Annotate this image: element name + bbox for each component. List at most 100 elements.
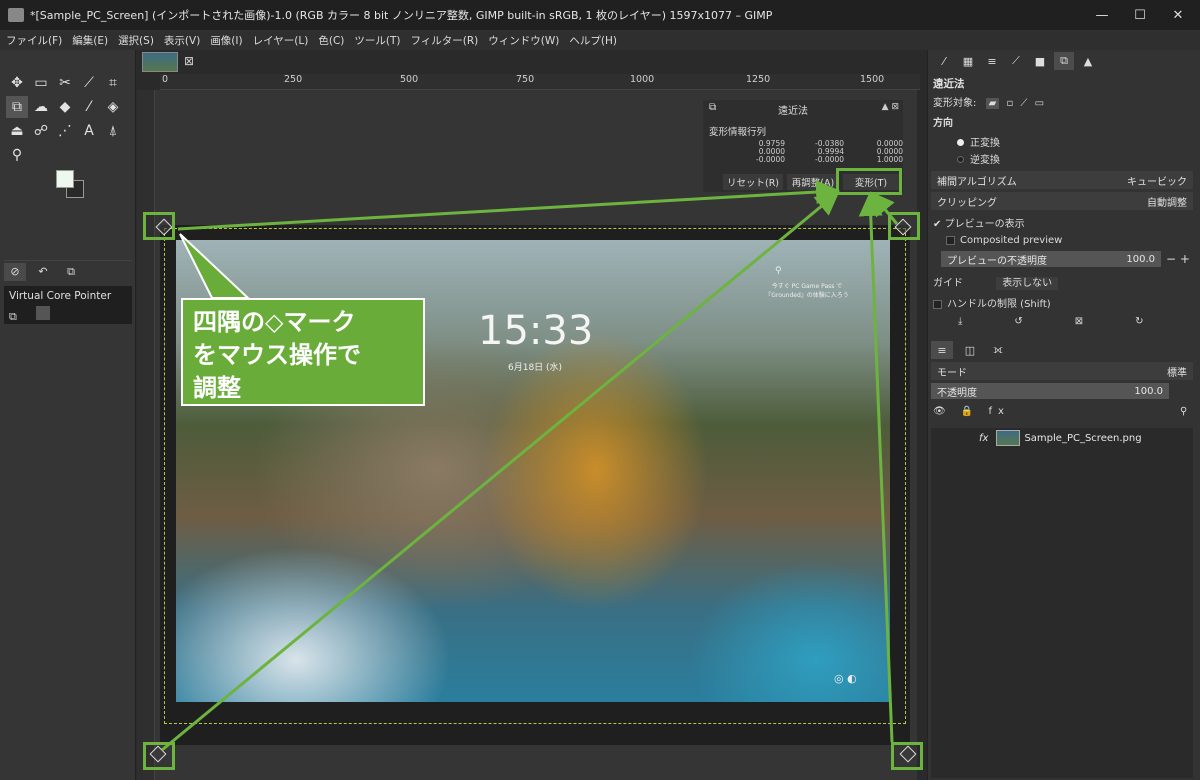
menu-select[interactable]: 選択(S) — [118, 33, 154, 48]
composited-checkbox[interactable] — [946, 235, 955, 245]
transform-selection-icon[interactable]: ▫ — [1006, 98, 1013, 109]
color-picker-tool-icon[interactable]: ⍋ — [102, 120, 124, 142]
menu-tools[interactable]: ツール(T) — [354, 33, 400, 48]
callout-line-2: をマウス操作で — [193, 341, 361, 369]
transform-image-icon[interactable]: ▭ — [1035, 98, 1044, 109]
guide-select[interactable]: 表示しない — [996, 277, 1059, 290]
device-tool-icon: ⧉ — [9, 310, 17, 323]
ruler-tick-0: 0 — [162, 74, 169, 85]
direction-reverse-option[interactable]: 逆変換 — [957, 151, 1000, 166]
layer-mode-select[interactable]: モード 標準 — [931, 362, 1193, 380]
menu-colors[interactable]: 色(C) — [318, 33, 344, 48]
tab-paint-icon[interactable]: ⟋ — [1006, 52, 1026, 70]
transform-path-icon[interactable]: ⟋ — [1020, 98, 1027, 109]
device-status-panel: Virtual Core Pointer ⧉ — [4, 286, 132, 324]
annotation-box-top-right — [888, 212, 920, 240]
tab-tool-options-icon[interactable]: ⧉ — [1054, 52, 1074, 70]
constrain-handles-option[interactable]: ハンドルの制限 (Shift) — [933, 295, 1051, 310]
tab-histogram-icon[interactable]: ▲ — [1078, 52, 1098, 70]
mode-label: モード — [937, 367, 967, 379]
radio-unchecked[interactable] — [957, 156, 964, 163]
layer-name[interactable]: Sample_PC_Screen.png — [1024, 433, 1141, 444]
image-tab-thumbnail[interactable] — [142, 52, 178, 72]
direction-normal-option[interactable]: 正変換 — [957, 134, 1000, 149]
eraser-tool-icon[interactable]: ◈ — [102, 96, 124, 118]
direction-reverse-label: 逆変換 — [970, 155, 1000, 166]
ruler-tick-1000: 1000 — [630, 74, 655, 85]
preview-opacity-value: 100.0 — [1126, 253, 1155, 265]
clipping-label: クリッピング — [937, 197, 997, 209]
composited-preview-option[interactable]: Composited preview — [946, 235, 1062, 246]
tool-options-actions[interactable]: ⤓↺⊠↻ — [958, 316, 1196, 327]
fg-bg-color-swatch[interactable] — [56, 170, 86, 200]
menu-image[interactable]: 画像(I) — [210, 33, 242, 48]
device-color-swatch — [36, 306, 51, 320]
layer-list — [931, 428, 1193, 778]
constrain-checkbox[interactable] — [933, 299, 942, 309]
tab-tool-options-icon[interactable]: ⊘ — [4, 262, 26, 281]
perspective-tool-icon[interactable]: ⧉ — [6, 96, 28, 118]
menu-help[interactable]: ヘルプ(H) — [569, 33, 617, 48]
rect-select-tool-icon[interactable]: ▭ — [30, 72, 52, 94]
layer-effects-icon[interactable]: fx — [979, 433, 988, 444]
tab-images-icon[interactable]: ⧉ — [60, 263, 82, 281]
tab-channels-icon[interactable]: ◫ — [959, 341, 981, 359]
menu-windows[interactable]: ウィンドウ(W) — [488, 33, 559, 48]
layer-thumbnail — [996, 430, 1021, 446]
preview-opacity-label: プレビューの不透明度 — [947, 255, 1047, 267]
tab-palette-icon[interactable]: ■ — [1030, 52, 1050, 70]
foreground-color[interactable] — [56, 170, 74, 188]
paths-tool-icon[interactable]: ⋰ — [54, 120, 76, 142]
fuzzy-select-tool-icon[interactable]: ⟋ — [78, 72, 100, 94]
clipping-select[interactable]: クリッピング 自動調整 — [931, 192, 1193, 210]
tab-layers-icon[interactable]: ≡ — [931, 341, 953, 359]
tab-brushes-icon[interactable]: ⁄ — [934, 52, 954, 70]
close-button[interactable]: ✕ — [1156, 0, 1200, 30]
text-tool-icon[interactable]: A — [78, 120, 100, 142]
perspective-dialog-title: 遠近法 — [778, 106, 808, 117]
annotation-callout: 四隅の◇マーク をマウス操作で 調整 — [181, 298, 425, 406]
image-tab-close-icon[interactable]: ⊠ — [184, 54, 194, 68]
preview-opacity-slider[interactable]: プレビューの不透明度 100.0 — [941, 251, 1161, 267]
tab-patterns-icon[interactable]: ▦ — [958, 52, 978, 70]
show-preview-option[interactable]: ✔ プレビューの表示 — [933, 215, 1025, 230]
transform-layer-icon[interactable]: ▰ — [985, 98, 1000, 109]
tab-paths-icon[interactable]: ⟗ — [987, 341, 1009, 359]
move-tool-icon[interactable]: ✥ — [6, 72, 28, 94]
ruler-tick-1500: 1500 — [860, 74, 885, 85]
menu-layer[interactable]: レイヤー(L) — [253, 33, 309, 48]
reset-button[interactable]: リセット(R) — [723, 174, 783, 190]
constrain-label: ハンドルの制限 (Shift) — [947, 299, 1051, 310]
annotation-box-top-left — [143, 212, 175, 240]
layer-opacity-slider[interactable]: 不透明度 100.0 — [931, 383, 1169, 399]
menu-view[interactable]: 表示(V) — [164, 33, 200, 48]
dialog-controls[interactable]: ▲ ⊠ — [882, 102, 899, 112]
menu-edit[interactable]: 編集(E) — [72, 33, 108, 48]
crop-tool-icon[interactable]: ⌗ — [102, 72, 124, 94]
gimp-app-icon — [8, 8, 24, 22]
tab-layers-stack-icon[interactable]: ≡ — [982, 52, 1002, 70]
zoom-tool-icon[interactable]: ⚲ — [6, 144, 28, 166]
bucket-fill-tool-icon[interactable]: ◆ — [54, 96, 76, 118]
callout-line-3: 調整 — [193, 374, 241, 402]
transform-target-label: 変形対象: — [933, 98, 977, 109]
clone-tool-icon[interactable]: ⏏ — [6, 120, 28, 142]
ruler-tick-1250: 1250 — [746, 74, 771, 85]
readjust-button[interactable]: 再調整(A) — [787, 174, 839, 190]
smudge-tool-icon[interactable]: ☍ — [30, 120, 52, 142]
layer-search-icon[interactable]: ⚲ — [1180, 406, 1187, 417]
matrix-label: 変形情報行列 — [709, 127, 767, 138]
tab-undo-history-icon[interactable]: ↶ — [32, 263, 54, 281]
menu-filters[interactable]: フィルター(R) — [410, 33, 478, 48]
warp-tool-icon[interactable]: ☁ — [30, 96, 52, 118]
menu-file[interactable]: ファイル(F) — [6, 33, 62, 48]
guide-label: ガイド — [933, 278, 963, 289]
layer-row[interactable]: fx Sample_PC_Screen.png — [931, 428, 1193, 448]
scissors-tool-icon[interactable]: ✂ — [54, 72, 76, 94]
horizontal-ruler: 0 250 500 750 1000 1250 1500 — [160, 74, 920, 90]
interpolation-select[interactable]: 補間アルゴリズム キュービック — [931, 171, 1193, 189]
radio-checked[interactable] — [957, 139, 964, 146]
paintbrush-tool-icon[interactable]: ⁄ — [78, 96, 100, 118]
layer-opacity-value: 100.0 — [1134, 385, 1163, 397]
opacity-stepper[interactable]: − + — [1166, 252, 1190, 266]
